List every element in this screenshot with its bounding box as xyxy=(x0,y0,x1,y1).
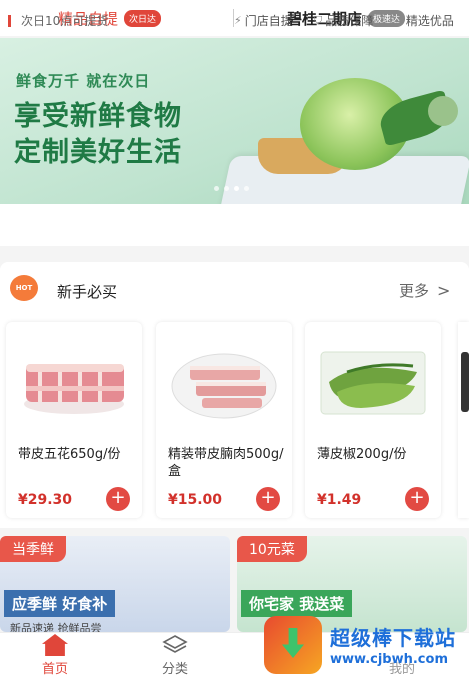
product-image-partial xyxy=(461,352,469,412)
product-card[interactable]: 薄皮椒200g/份 ¥1.49 + xyxy=(305,322,441,518)
add-to-cart-button[interactable]: + xyxy=(106,487,130,511)
home-icon xyxy=(42,634,68,656)
promo-caption: 新品速递 抢鲜品尝 xyxy=(10,622,102,632)
service-info-strip xyxy=(0,204,469,246)
product-name: 薄皮椒200g/份 xyxy=(317,447,407,462)
watermark-title: 超级棒下载站 xyxy=(330,626,456,650)
feature-label: 品质保障 xyxy=(325,14,374,28)
nav-home-label: 首页 xyxy=(41,662,68,677)
banner-tagline: 鲜食万千 就在次日 xyxy=(16,72,151,90)
banner-headline-1: 享受新鲜食物 xyxy=(14,101,182,132)
accent-bar xyxy=(8,14,11,27)
feature-label: 门店自提 xyxy=(244,14,293,28)
product-price: ¥29.30 xyxy=(18,492,73,508)
pork-belly-pack-image xyxy=(171,353,277,419)
promo-tag: 10元菜 xyxy=(237,536,307,562)
more-link[interactable]: 更多 > xyxy=(399,280,450,301)
heart-icon: ♡ xyxy=(393,14,403,27)
nav-category[interactable]: 分类 xyxy=(135,634,215,677)
promo-banner[interactable]: 鲜食万千 就在次日 享受新鲜食物 定制美好生活 xyxy=(0,38,469,204)
pork-belly-image xyxy=(24,364,124,414)
product-card-peek[interactable] xyxy=(458,322,469,518)
section-title: 新手必买 xyxy=(57,283,118,301)
feature-label: 精选优品 xyxy=(405,14,454,28)
feature-store-pickup: ⚡ 门店自提 xyxy=(234,12,293,29)
promo-seasonal[interactable]: 当季鲜 应季鲜 好食补 新品速递 抢鲜品尝 xyxy=(0,536,230,632)
product-card[interactable]: 精装带皮腩肉500g/盒 ¥15.00 + xyxy=(156,322,292,518)
product-card[interactable]: 带皮五花650g/份 ¥29.30 + xyxy=(6,322,142,518)
product-name: 带皮五花650g/份 xyxy=(18,447,121,462)
site-watermark: 超级棒下载站 www.cjbwh.com xyxy=(258,610,469,681)
banner-dot[interactable] xyxy=(224,186,229,191)
hot-icon: HOT xyxy=(10,275,38,301)
layers-icon xyxy=(162,635,188,653)
add-to-cart-button[interactable]: + xyxy=(256,487,280,511)
banner-pagination xyxy=(214,186,249,191)
nav-category-label: 分类 xyxy=(161,662,188,677)
banner-dot-active[interactable] xyxy=(234,186,239,191)
promo-subtitle: 应季鲜 好食补 xyxy=(4,590,116,617)
add-to-cart-button[interactable]: + xyxy=(405,487,429,511)
product-price: ¥15.00 xyxy=(168,492,223,508)
banner-dot[interactable] xyxy=(214,186,219,191)
pickup-time-note: 次日10点可提货 xyxy=(8,12,108,29)
promo-tag: 当季鲜 xyxy=(0,536,66,562)
product-price: ¥1.49 xyxy=(317,492,362,508)
watermark-url: www.cjbwh.com xyxy=(330,652,448,667)
pickup-time-text: 次日10点可提货 xyxy=(21,14,109,28)
feature-quality: ⛉ 品质保障 xyxy=(314,12,373,29)
leaf-icon xyxy=(428,96,458,126)
lightning-icon: ⚡ xyxy=(234,14,242,27)
banner-dot[interactable] xyxy=(244,186,249,191)
chevron-right-icon: > xyxy=(437,281,451,300)
product-name: 精装带皮腩肉500g/盒 xyxy=(168,447,284,479)
feature-selected: ♡ 精选优品 xyxy=(393,12,454,29)
banner-headline-2: 定制美好生活 xyxy=(14,137,182,168)
shield-icon: ⛉ xyxy=(314,13,323,27)
tab-pickup-badge: 次日达 xyxy=(124,9,162,27)
nav-home[interactable]: 首页 xyxy=(15,634,95,677)
pepper-image xyxy=(320,351,426,415)
more-label: 更多 xyxy=(399,282,430,300)
